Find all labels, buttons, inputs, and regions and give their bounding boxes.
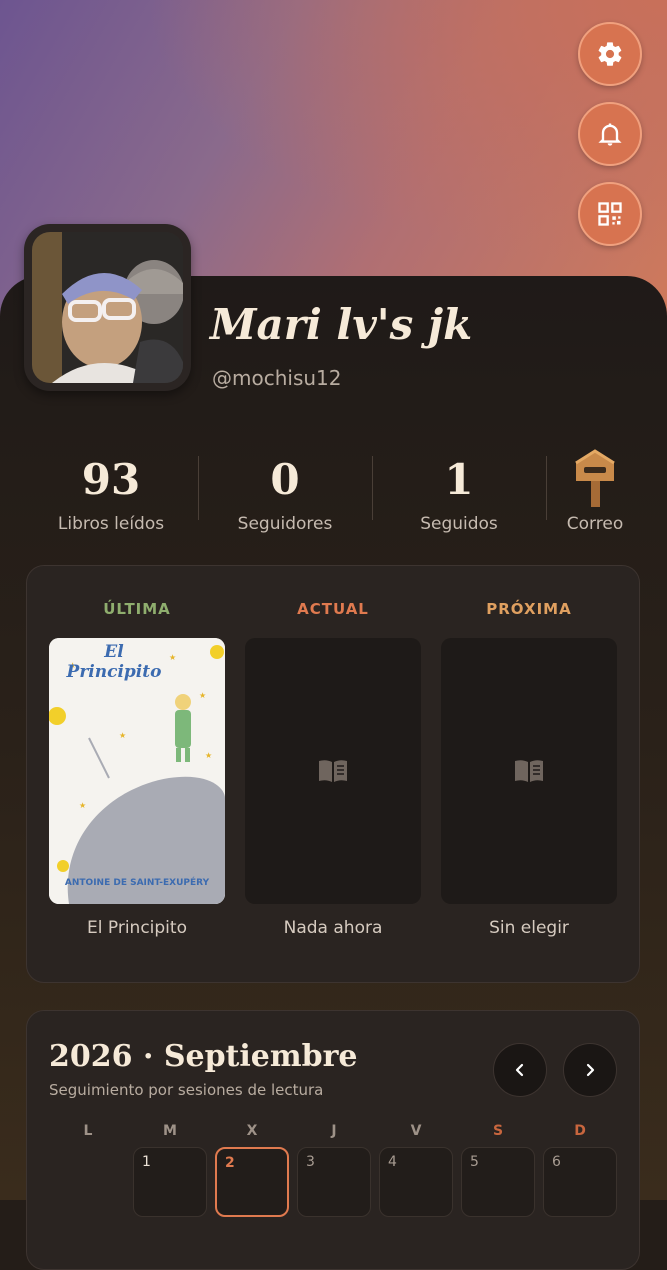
mail-label: Correo <box>566 514 624 534</box>
qr-code-button[interactable] <box>578 182 642 246</box>
weekday-label: X <box>246 1123 258 1139</box>
label-next: PRÓXIMA <box>486 600 572 618</box>
stat-label: Seguidos <box>420 514 498 534</box>
calendar-day[interactable]: 3 <box>297 1147 371 1217</box>
label-current: ACTUAL <box>297 600 369 618</box>
label-last: ÚLTIMA <box>103 600 171 618</box>
stat-following[interactable]: 1 Seguidos <box>372 440 546 534</box>
svg-text:★: ★ <box>79 801 86 810</box>
stat-label: Seguidores <box>237 514 333 534</box>
calendar-subtitle: Seguimiento por sesiones de lectura <box>49 1081 324 1099</box>
calendar-day-today[interactable]: 2 <box>215 1147 289 1217</box>
book-slot-next[interactable] <box>441 638 617 904</box>
cover-author: ANTOINE DE SAINT-EXUPÉRY <box>64 878 210 888</box>
caption-next: Sin elegir <box>489 918 569 938</box>
weekday-label: J <box>331 1123 337 1139</box>
cover-title-line1: El <box>104 642 124 662</box>
next-month-button[interactable] <box>563 1043 617 1097</box>
mailbox-icon <box>546 440 644 514</box>
reading-status-card: ÚLTIMA ACTUAL PRÓXIMA ★ ★ ★ ★ ★ ★ El Pri… <box>26 565 640 983</box>
chevron-left-icon <box>515 1063 524 1077</box>
calendar-day[interactable]: 6 <box>543 1147 617 1217</box>
stat-value: 1 <box>444 455 474 504</box>
calendar-day[interactable]: 4 <box>379 1147 453 1217</box>
calendar-title: 2026 · Septiembre <box>49 1039 358 1074</box>
weekday-label: V <box>410 1123 422 1139</box>
avatar-photo <box>32 232 183 383</box>
book-cover-image: ★ ★ ★ ★ ★ ★ El Principito ANTOINE DE SAI… <box>49 638 225 904</box>
svg-text:★: ★ <box>199 691 206 700</box>
qr-code-icon <box>598 202 622 226</box>
caption-current: Nada ahora <box>283 918 383 938</box>
book-cover-last[interactable]: ★ ★ ★ ★ ★ ★ El Principito ANTOINE DE SAI… <box>49 638 225 904</box>
mail-button[interactable]: Correo <box>546 440 644 534</box>
caption-last: El Principito <box>87 918 187 938</box>
stat-label: Libros leídos <box>57 514 165 534</box>
previous-month-button[interactable] <box>493 1043 547 1097</box>
bell-icon <box>598 123 622 146</box>
weekday-label: S <box>492 1123 504 1139</box>
stats-row: 93 Libros leídos 0 Seguidores 1 Seguidos… <box>24 440 644 540</box>
calendar-day[interactable]: 5 <box>461 1147 535 1217</box>
svg-text:★: ★ <box>205 751 212 760</box>
username-handle: @mochisu12 <box>212 366 342 390</box>
display-name: Mari lv's jk <box>210 300 473 349</box>
calendar-card: 2026 · Septiembre Seguimiento por sesion… <box>26 1010 640 1270</box>
gear-icon <box>598 42 622 66</box>
stat-value: 93 <box>81 455 141 504</box>
book-icon <box>319 760 347 782</box>
stat-books-read[interactable]: 93 Libros leídos <box>24 440 198 534</box>
weekday-label: L <box>83 1123 93 1139</box>
calendar-day[interactable]: 1 <box>133 1147 207 1217</box>
stat-followers[interactable]: 0 Seguidores <box>198 440 372 534</box>
settings-button[interactable] <box>578 22 642 86</box>
weekday-label: M <box>163 1123 177 1139</box>
stat-value: 0 <box>270 455 300 504</box>
book-icon <box>515 760 543 782</box>
svg-text:★: ★ <box>119 731 126 740</box>
chevron-right-icon <box>586 1063 595 1077</box>
weekday-label: D <box>574 1123 586 1139</box>
notifications-button[interactable] <box>578 102 642 166</box>
cover-title-line2: Principito <box>66 662 162 682</box>
book-slot-current[interactable] <box>245 638 421 904</box>
avatar[interactable] <box>24 224 191 391</box>
